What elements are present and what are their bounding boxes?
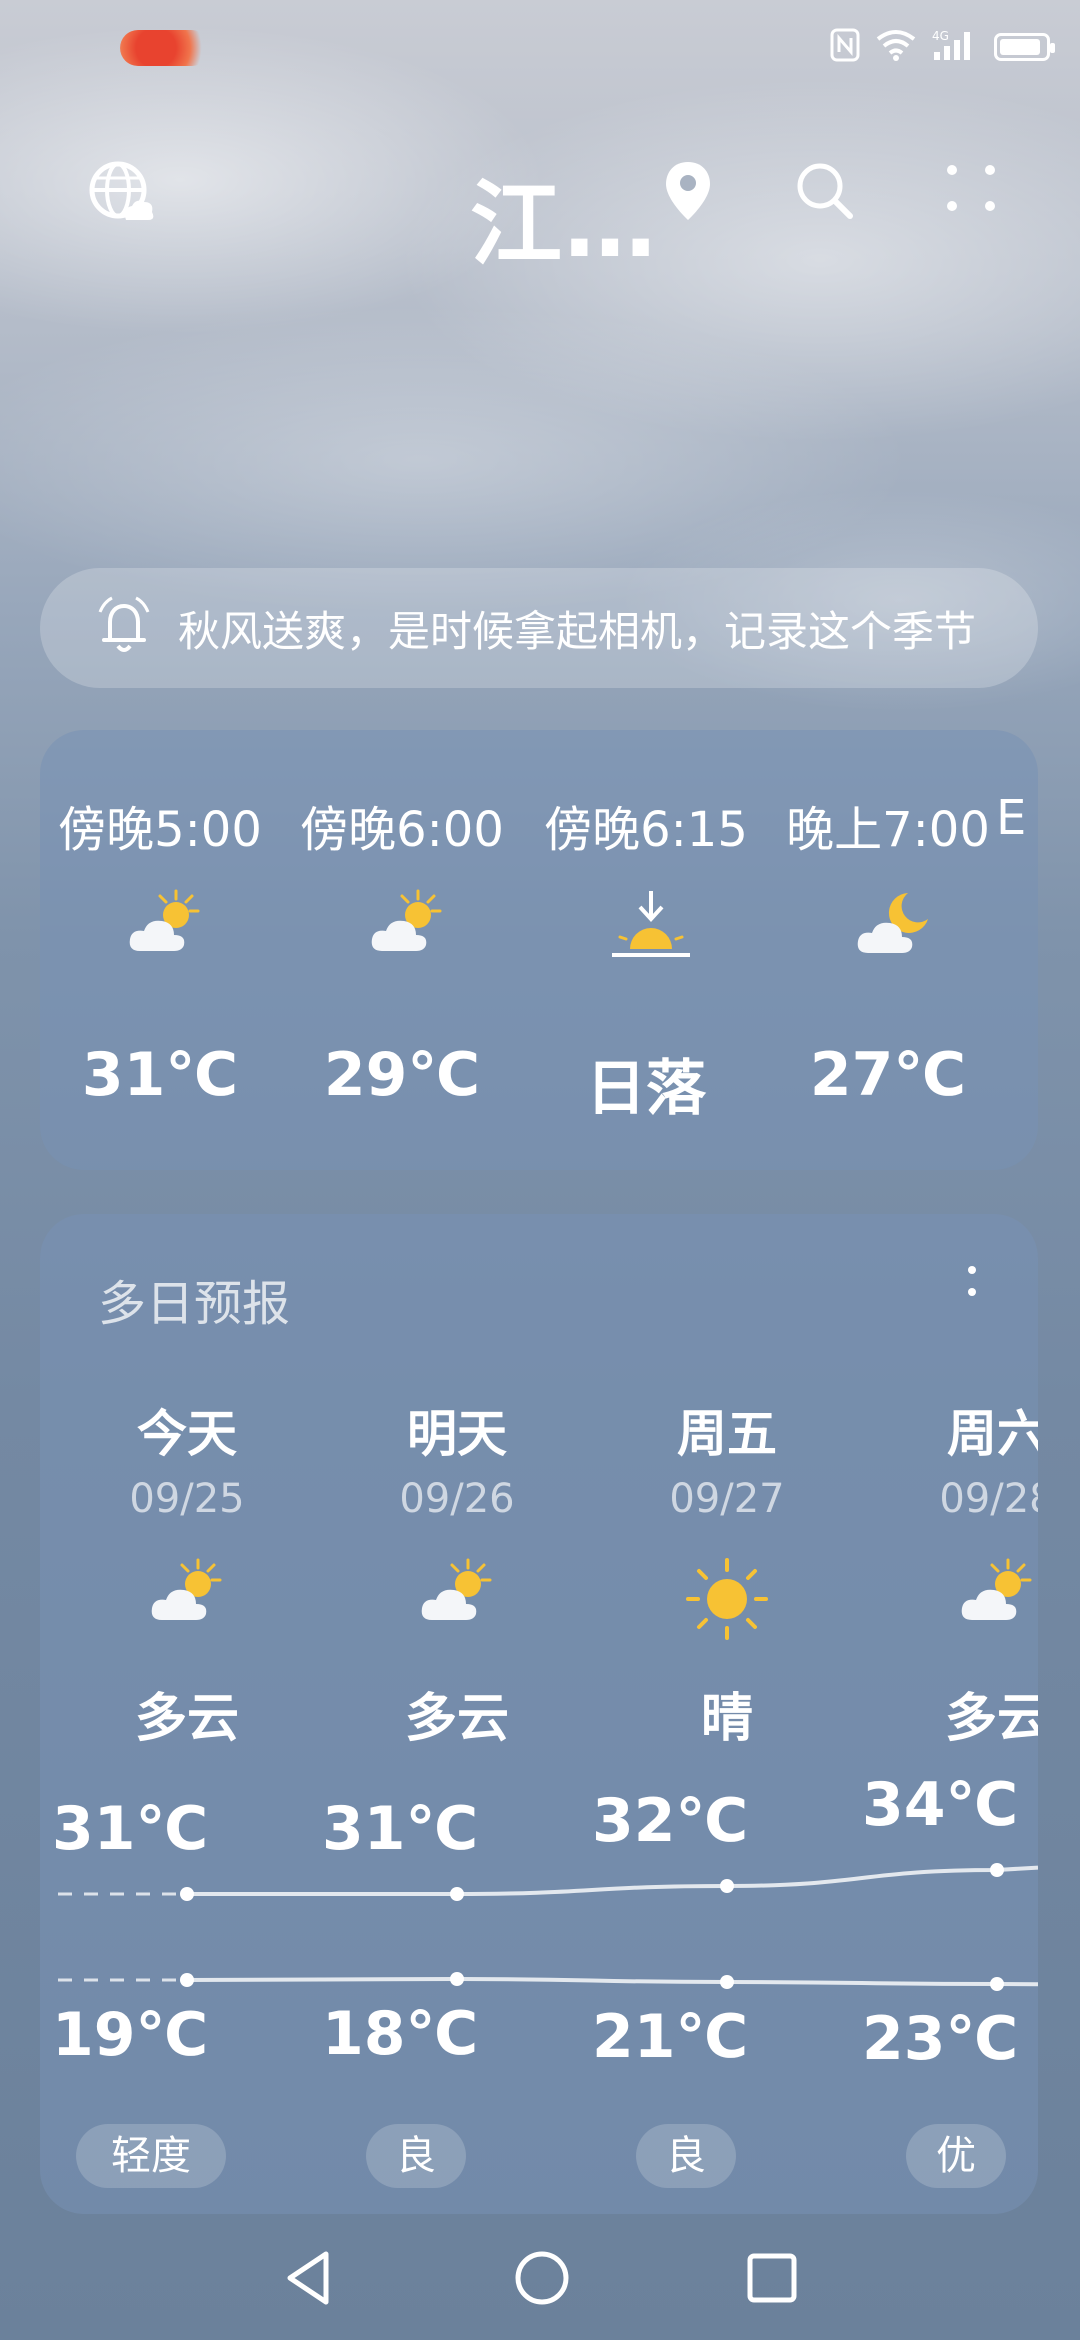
low-temp-label: 23℃ (862, 2004, 1019, 2074)
top-bar: 江… (0, 140, 1080, 278)
low-temp-label: 19℃ (52, 2000, 209, 2070)
battery-icon (994, 33, 1055, 61)
low-temp-line (186, 1976, 1038, 1987)
cellular-signal-icon: 4G (932, 28, 978, 66)
aqi-badge: 优 (906, 2124, 1006, 2188)
day-condition: 多云 (404, 1689, 509, 1749)
high-temp-label: 34℃ (862, 1770, 1019, 1840)
high-temp-point (720, 1879, 734, 1893)
hourly-value: 31℃ (81, 1040, 239, 1110)
high-temp-label: 31℃ (322, 1794, 479, 1864)
aqi-badge: 良 (366, 2124, 466, 2188)
nfc-icon (830, 28, 860, 66)
day-name: 今天 (137, 1405, 237, 1463)
navigation-bar (0, 2220, 1080, 2340)
notification-icon (120, 30, 210, 66)
svg-text:4G: 4G (932, 29, 949, 43)
day-name: 明天 (407, 1405, 507, 1463)
partly-cloudy-icon (120, 885, 210, 975)
bell-icon (96, 596, 152, 660)
hourly-value: 日落 (586, 1054, 706, 1124)
home-icon[interactable] (512, 2248, 572, 2312)
moon-cloud-icon (848, 885, 938, 975)
day-condition: 多云 (944, 1689, 1038, 1749)
day-date: 09/25 (129, 1476, 245, 1522)
day-name: 周五 (677, 1405, 777, 1463)
high-temp-point (990, 1863, 1004, 1877)
hourly-value: 29℃ (323, 1040, 481, 1110)
low-temp-label: 18℃ (322, 1999, 479, 2069)
more-options-icon[interactable] (944, 158, 1000, 224)
low-temp-point (450, 1972, 464, 1986)
day-name: 周六 (947, 1405, 1038, 1463)
city-name[interactable]: 江… (470, 150, 658, 283)
hourly-value: 27℃ (809, 1040, 967, 1110)
hourly-time: 晚上7:00 (786, 802, 990, 858)
low-temp-label: 21℃ (592, 2002, 749, 2072)
low-temp-point (180, 1973, 194, 1987)
back-icon[interactable] (282, 2248, 336, 2312)
low-temp-point (720, 1975, 734, 1989)
sunset-icon (606, 885, 696, 975)
notice-banner[interactable]: 秋风送爽，是时候拿起相机，记录这个季节 (40, 568, 1038, 688)
hourly-time: 傍晚5:00 (58, 802, 262, 858)
recent-apps-icon[interactable] (744, 2248, 800, 2312)
aqi-badge: 良 (636, 2124, 736, 2188)
high-temp-point (180, 1887, 194, 1901)
globe-cloud-icon[interactable] (86, 158, 156, 232)
search-icon[interactable] (792, 158, 858, 228)
wifi-icon (876, 29, 916, 65)
day-condition: 多云 (134, 1689, 239, 1749)
hourly-time: E (996, 790, 1027, 846)
partly-cloudy-icon (412, 1554, 502, 1644)
day-date: 09/28 (939, 1476, 1038, 1522)
aqi-badge: 轻度 (76, 2124, 226, 2188)
daily-forecast-card[interactable]: 多日预报 今天 09/25 多云 明天 09/26 多云 周五 09/27 晴 … (40, 1214, 1038, 2214)
low-temp-point (990, 1977, 1004, 1991)
high-temp-label: 32℃ (592, 1786, 749, 1856)
sun-icon (682, 1554, 772, 1644)
notice-text: 秋风送爽，是时候拿起相机，记录这个季节 (178, 606, 977, 656)
partly-cloudy-icon (362, 885, 452, 975)
day-date: 09/27 (669, 1476, 785, 1522)
high-temp-line (187, 1865, 1038, 1896)
status-icons: 4G (830, 28, 1055, 66)
location-pin-icon[interactable] (660, 158, 716, 228)
partly-cloudy-icon (952, 1554, 1038, 1644)
high-temp-point (450, 1887, 464, 1901)
hourly-time: 傍晚6:00 (300, 802, 504, 858)
partly-cloudy-icon (142, 1554, 232, 1644)
hourly-time: 傍晚6:15 (544, 802, 748, 858)
status-bar: 4G (0, 0, 1080, 100)
hourly-forecast-card[interactable]: 傍晚5:00 31℃ 傍晚6:00 29℃ 傍晚6:15 日落 晚上7:00 2… (40, 730, 1038, 1170)
day-condition: 晴 (700, 1689, 753, 1749)
day-date: 09/26 (399, 1476, 515, 1522)
high-temp-label: 31℃ (52, 1794, 209, 1864)
